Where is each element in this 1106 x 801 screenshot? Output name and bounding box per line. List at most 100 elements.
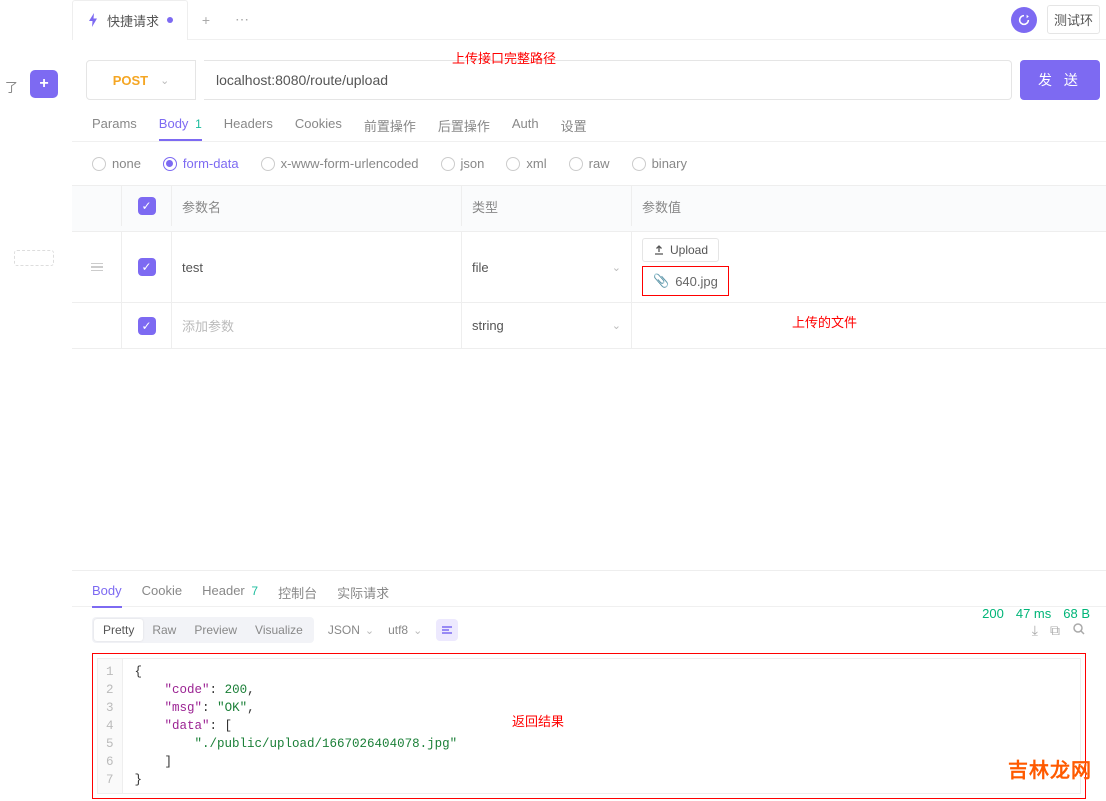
radio-json[interactable]: json [441,156,485,171]
status-code: 200 [982,606,1004,621]
row-name-cell[interactable]: 添加参数 [172,303,462,348]
row-handle[interactable] [72,232,122,302]
radio-urlencoded[interactable]: x-www-form-urlencoded [261,156,419,171]
radio-raw-label: raw [589,156,610,171]
encoding-selector[interactable]: utf8 ⌄ [388,623,422,637]
subtab-settings[interactable]: 设置 [561,116,587,143]
format-selector[interactable]: JSON ⌄ [328,623,374,637]
header-handle [72,186,122,226]
radio-xml[interactable]: xml [506,156,546,171]
tab-more-button[interactable]: ⋯ [224,11,260,28]
status-time: 47 ms [1016,606,1051,621]
subtab-auth[interactable]: Auth [512,116,539,139]
row-type-cell[interactable]: file ⌄ [462,232,632,302]
resp-tab-header[interactable]: Header 7 [202,583,258,606]
subtab-headers[interactable]: Headers [224,116,273,139]
upload-icon [653,244,665,256]
new-tab-button[interactable]: + [188,12,224,28]
subtab-params[interactable]: Params [92,116,137,139]
refresh-button[interactable] [1011,7,1037,33]
method-selector[interactable]: POST ⌄ [86,60,196,100]
paperclip-icon: 📎 [653,273,669,289]
row-handle [72,303,122,348]
chevron-down-icon: ⌄ [612,319,621,332]
subtab-post[interactable]: 后置操作 [438,116,490,143]
radio-raw[interactable]: raw [569,156,610,171]
top-right-tools: 测试环 [1011,5,1106,34]
mode-visualize[interactable]: Visualize [246,619,312,641]
format-label: JSON [328,623,360,637]
header-value: 参数值 [632,186,1106,226]
row-checkbox[interactable]: ✓ [138,317,156,335]
table-row: ✓ test file ⌄ Upload 📎 640.jpg [72,232,1106,303]
radio-form-data[interactable]: form-data [163,156,239,171]
subtab-body[interactable]: Body 1 [159,116,202,141]
radio-binary[interactable]: binary [632,156,687,171]
url-input-wrap [204,60,1012,100]
radio-form-data-label: form-data [183,156,239,171]
send-button[interactable]: 发 送 [1020,60,1100,100]
chevron-down-icon: ⌄ [160,74,169,87]
mode-preview[interactable]: Preview [185,619,246,641]
resp-tab-body[interactable]: Body [92,583,122,608]
row-checkbox[interactable]: ✓ [138,258,156,276]
subtab-pre[interactable]: 前置操作 [364,116,416,143]
table-row: ✓ 添加参数 string ⌄ [72,303,1106,349]
row-name-placeholder: 添加参数 [182,316,234,335]
resp-tab-actual[interactable]: 实际请求 [337,583,389,610]
method-text: POST [113,73,148,88]
url-input[interactable] [216,72,999,88]
header-check: ✓ [122,186,172,226]
chevron-down-icon: ⌄ [612,261,621,274]
status-bar: 200 47 ms 68 B [976,600,1096,627]
row-name: test [182,260,203,275]
response-panel: Body Cookie Header 7 控制台 实际请求 Pretty Raw… [72,570,1106,801]
file-name: 640.jpg [675,274,718,289]
radio-urlencoded-label: x-www-form-urlencoded [281,156,419,171]
tab-label: 快捷请求 [107,11,159,30]
body-types: none form-data x-www-form-urlencoded jso… [72,142,1106,185]
left-fragment: 了 [5,77,18,96]
format-code-button[interactable] [436,619,458,641]
upload-button[interactable]: Upload [642,238,719,262]
header-checkbox[interactable]: ✓ [138,197,156,215]
subtab-cookies[interactable]: Cookies [295,116,342,139]
drag-icon [91,263,103,272]
row-check: ✓ [122,303,172,348]
radio-json-label: json [461,156,485,171]
env-selector[interactable]: 测试环 [1047,5,1100,34]
mode-pretty[interactable]: Pretty [94,619,143,641]
resp-tab-header-label: Header [202,583,245,598]
header-type: 类型 [462,186,632,226]
row-name-cell[interactable]: test [172,232,462,302]
status-size: 68 B [1063,606,1090,621]
radio-xml-label: xml [526,156,546,171]
response-toolbar: Pretty Raw Preview Visualize JSON ⌄ utf8… [72,607,1106,653]
code-area[interactable]: 1234567 { "code": 200, "msg": "OK", "dat… [97,658,1081,794]
left-sidebar-strip: 了 + [0,0,72,801]
resp-tab-console[interactable]: 控制台 [278,583,317,610]
row-type: string [472,318,504,333]
chevron-down-icon: ⌄ [413,624,422,637]
response-tabs: Body Cookie Header 7 控制台 实际请求 [72,571,1106,607]
tab-quick-request[interactable]: 快捷请求 [72,0,188,40]
mode-raw[interactable]: Raw [143,619,185,641]
upload-label: Upload [670,243,708,257]
add-button[interactable]: + [30,70,58,98]
resp-tab-cookie[interactable]: Cookie [142,583,182,606]
unsaved-dot-icon [167,17,173,23]
radio-none[interactable]: none [92,156,141,171]
params-table: ✓ 参数名 类型 参数值 ✓ test file ⌄ [72,185,1106,349]
encoding-label: utf8 [388,623,408,637]
drop-placeholder [14,250,54,266]
response-body: 1234567 { "code": 200, "msg": "OK", "dat… [72,653,1106,799]
row-value-cell[interactable] [632,303,1106,348]
main-area: 快捷请求 + ⋯ 测试环 上传接口完整路径 POST ⌄ 发 送 Params … [72,0,1106,801]
lightning-icon [87,13,99,27]
uploaded-file-chip[interactable]: 📎 640.jpg [642,266,729,296]
row-check: ✓ [122,232,172,302]
body-count-badge: 1 [195,117,202,131]
header-name: 参数名 [172,186,462,226]
row-type-cell[interactable]: string ⌄ [462,303,632,348]
radio-none-label: none [112,156,141,171]
